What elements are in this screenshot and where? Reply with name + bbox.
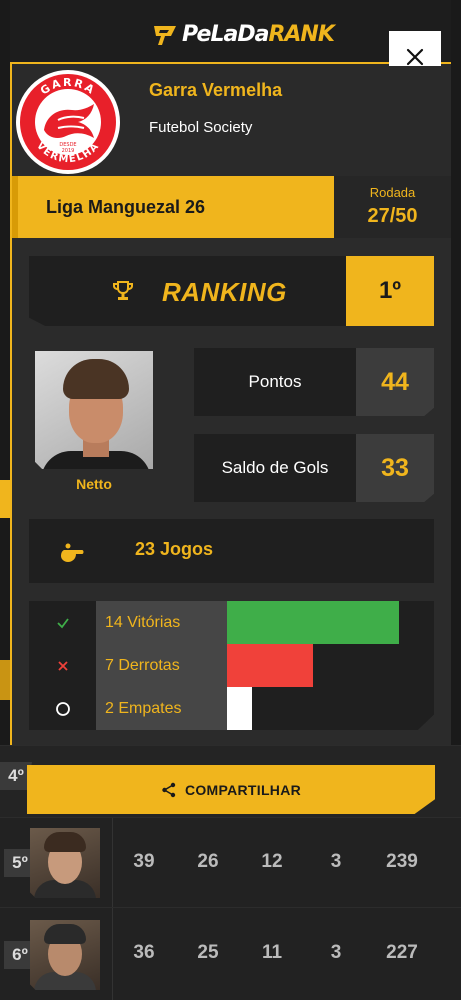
bg-accent-strip bbox=[0, 660, 10, 700]
share-label: COMPARTILHAR bbox=[184, 781, 302, 798]
round-label: Rodada bbox=[369, 185, 416, 200]
bg-cell: 227 bbox=[386, 942, 418, 963]
result-label: 14 Vitórias bbox=[96, 601, 227, 644]
result-row: 2 Empates bbox=[29, 687, 434, 730]
stat-label: Saldo de Gols bbox=[221, 458, 329, 477]
result-label: 2 Empates bbox=[96, 687, 227, 730]
league-name: Liga Manguezal 26 bbox=[46, 176, 348, 238]
crest-year-text: 2019 bbox=[62, 148, 75, 154]
modal-header: PeLaDaRANK bbox=[10, 0, 451, 64]
app-logo: PeLaDaRANK bbox=[152, 22, 335, 47]
result-bar-track bbox=[227, 687, 434, 730]
bg-cell: 239 bbox=[386, 851, 418, 872]
team-name: Garra Vermelha bbox=[149, 80, 283, 100]
result-label: 7 Derrotas bbox=[96, 644, 227, 687]
circle-icon bbox=[29, 687, 96, 730]
logo-text-part1: PeLaDa bbox=[182, 22, 269, 47]
round-box: Rodada 27/50 bbox=[334, 176, 451, 238]
player-name: Netto bbox=[76, 476, 112, 492]
ranking-position: 1º bbox=[346, 256, 434, 326]
stat-value: 33 bbox=[356, 434, 434, 502]
bg-table-row[interactable]: 6º 36 25 11 3 227 bbox=[0, 907, 461, 1000]
bg-cell: 26 bbox=[197, 851, 219, 872]
bg-cell: 3 bbox=[330, 942, 342, 963]
bg-cell: 36 bbox=[133, 942, 155, 963]
stat-goal-difference: Saldo de Gols 33 bbox=[194, 434, 434, 502]
round-value: 27/50 bbox=[367, 205, 418, 227]
result-bar bbox=[227, 644, 313, 687]
league-bar: Liga Manguezal 26 bbox=[12, 176, 348, 238]
close-icon bbox=[406, 48, 424, 66]
bg-table-row[interactable]: 5º 39 26 12 3 239 bbox=[0, 817, 461, 908]
logo-text-part2: RANK bbox=[268, 22, 334, 47]
bg-accent-strip bbox=[0, 480, 10, 518]
stat-value: 44 bbox=[356, 348, 434, 416]
result-bar-track bbox=[227, 601, 434, 644]
team-crest-icon: GARRA VERMELHA DESDE 2019 bbox=[20, 74, 116, 170]
share-button[interactable]: COMPARTILHAR bbox=[27, 765, 435, 814]
result-row: 7 Derrotas bbox=[29, 644, 434, 687]
bg-player-photo bbox=[30, 828, 100, 898]
ranking-label: RANKING bbox=[162, 277, 287, 307]
result-bar bbox=[227, 687, 252, 730]
trophy-icon bbox=[113, 281, 133, 300]
player-photo bbox=[35, 351, 153, 469]
share-icon bbox=[162, 782, 176, 797]
bg-cell: 3 bbox=[330, 851, 342, 872]
results-breakdown: 14 Vitórias 7 Derrotas 2 Empates bbox=[29, 601, 434, 730]
result-bar bbox=[227, 601, 399, 644]
check-icon bbox=[29, 601, 96, 644]
bg-cell: 12 bbox=[261, 851, 283, 872]
x-icon bbox=[29, 644, 96, 687]
games-row bbox=[29, 519, 434, 583]
stat-label: Pontos bbox=[248, 372, 302, 391]
bg-cell: 11 bbox=[261, 942, 283, 963]
result-row: 14 Vitórias bbox=[29, 601, 434, 644]
team-type: Futebol Society bbox=[149, 119, 253, 136]
bg-cell: 25 bbox=[197, 942, 219, 963]
whistle-icon bbox=[61, 543, 84, 562]
logo-text: PeLaDaRANK bbox=[182, 22, 335, 47]
team-crest: GARRA VERMELHA DESDE 2019 bbox=[16, 70, 120, 174]
bg-cell: 39 bbox=[133, 851, 155, 872]
bg-player-photo bbox=[30, 920, 100, 990]
logo-mark-icon bbox=[154, 25, 176, 45]
games-count: 23 Jogos bbox=[135, 539, 214, 559]
stat-points: Pontos 44 bbox=[194, 348, 434, 416]
league-bar-stripe bbox=[12, 176, 18, 238]
result-bar-track bbox=[227, 644, 434, 687]
